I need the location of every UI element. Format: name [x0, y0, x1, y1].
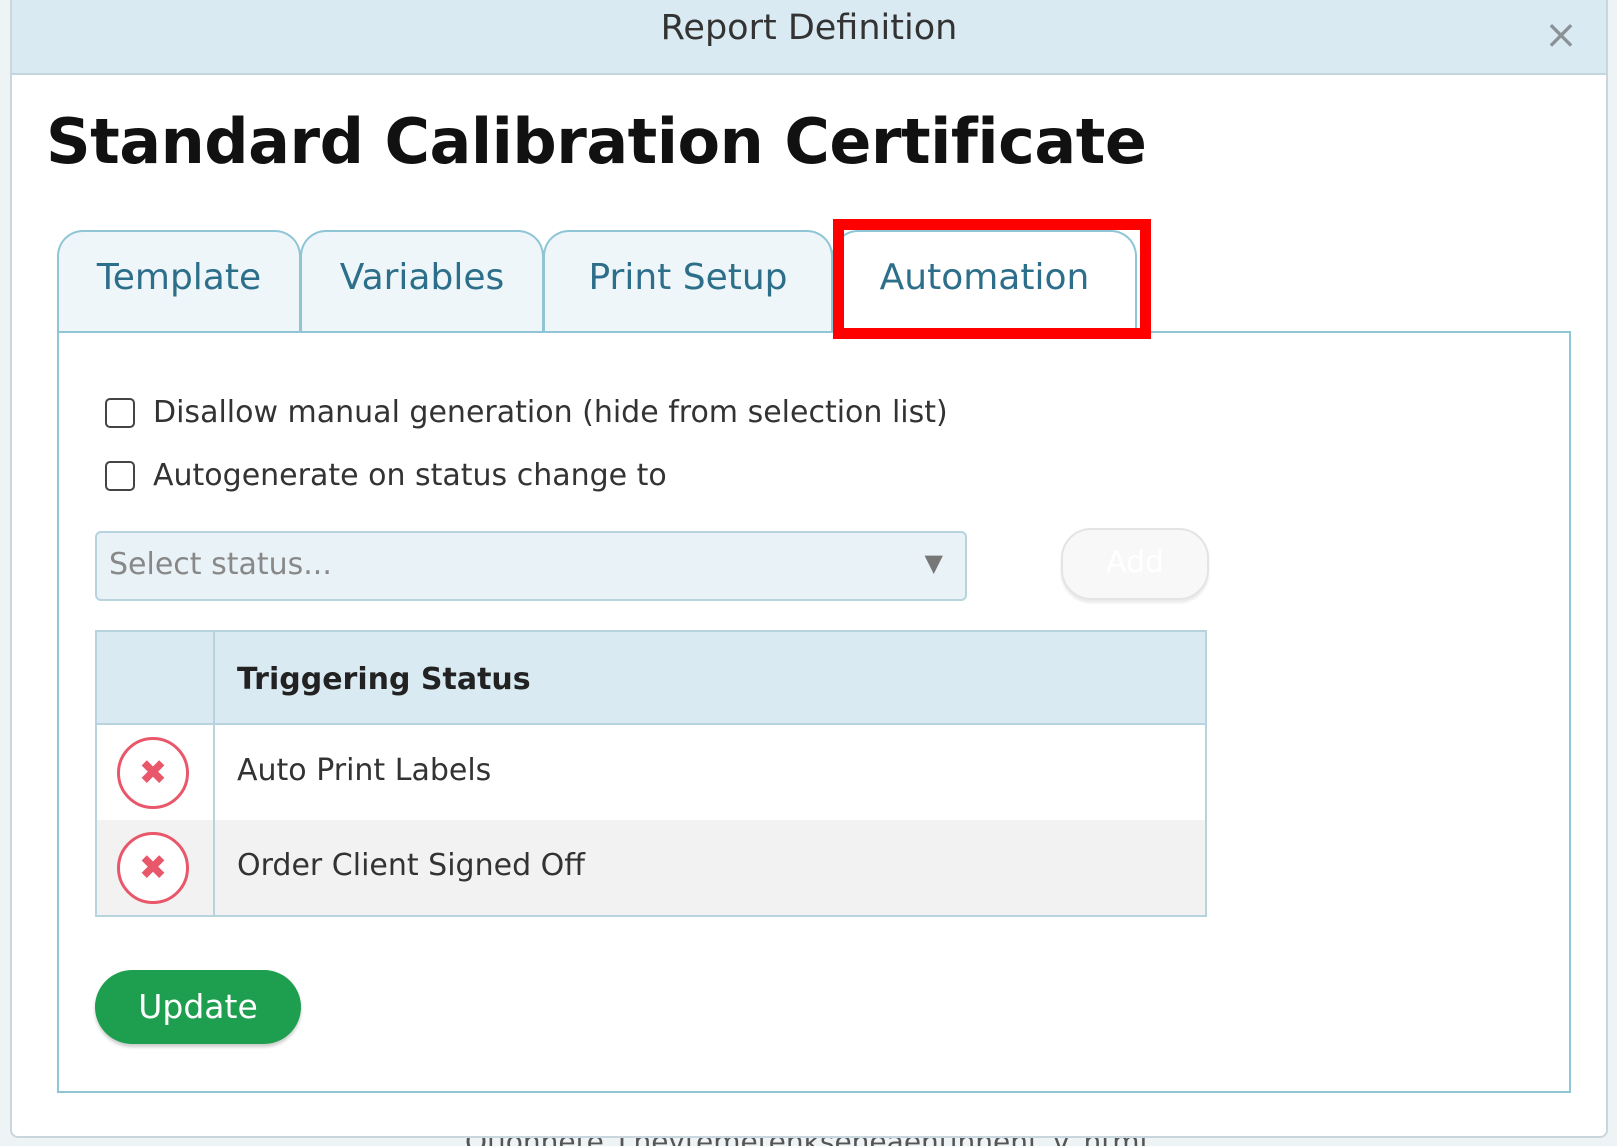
- autogenerate-label[interactable]: Autogenerate on status change to: [153, 458, 667, 493]
- status-cell: Order Client Signed Off: [237, 848, 585, 883]
- status-cell: Auto Print Labels: [237, 753, 492, 788]
- disallow-manual-checkbox[interactable]: [105, 397, 135, 428]
- automation-panel: Disallow manual generation (hide from se…: [57, 331, 1571, 1093]
- status-select-placeholder: Select status...: [109, 547, 332, 582]
- table-row: ✖ Order Client Signed Off: [97, 820, 1205, 915]
- table-row: ✖ Auto Print Labels: [97, 725, 1205, 820]
- close-icon[interactable]: ×: [1542, 15, 1580, 55]
- chevron-down-icon: ▼: [924, 549, 943, 577]
- table-header: Triggering Status: [97, 632, 1205, 725]
- remove-icon[interactable]: ✖: [117, 737, 189, 809]
- dialog-title: Report Definition: [660, 8, 958, 48]
- report-definition-dialog: Report Definition × Standard Calibration…: [10, 0, 1608, 1138]
- remove-icon[interactable]: ✖: [117, 832, 189, 904]
- dialog-titlebar: Report Definition ×: [12, 0, 1606, 75]
- tab-automation[interactable]: Automation: [832, 230, 1137, 336]
- triggering-status-table: Triggering Status ✖ Auto Print Labels ✖ …: [95, 630, 1207, 917]
- tab-print-setup[interactable]: Print Setup: [543, 230, 833, 332]
- status-select[interactable]: Select status... ▼: [95, 531, 967, 601]
- triggering-status-header: Triggering Status: [237, 662, 531, 697]
- column-divider: [213, 632, 215, 915]
- autogenerate-row: Autogenerate on status change to: [105, 458, 667, 493]
- tab-template[interactable]: Template: [57, 230, 301, 332]
- tab-variables[interactable]: Variables: [300, 230, 544, 332]
- disallow-manual-label[interactable]: Disallow manual generation (hide from se…: [153, 395, 948, 430]
- autogenerate-checkbox[interactable]: [105, 460, 135, 491]
- page-title: Standard Calibration Certificate: [46, 105, 1147, 178]
- update-button[interactable]: Update: [95, 970, 301, 1044]
- add-button[interactable]: Add: [1061, 528, 1209, 600]
- disallow-manual-row: Disallow manual generation (hide from se…: [105, 395, 948, 430]
